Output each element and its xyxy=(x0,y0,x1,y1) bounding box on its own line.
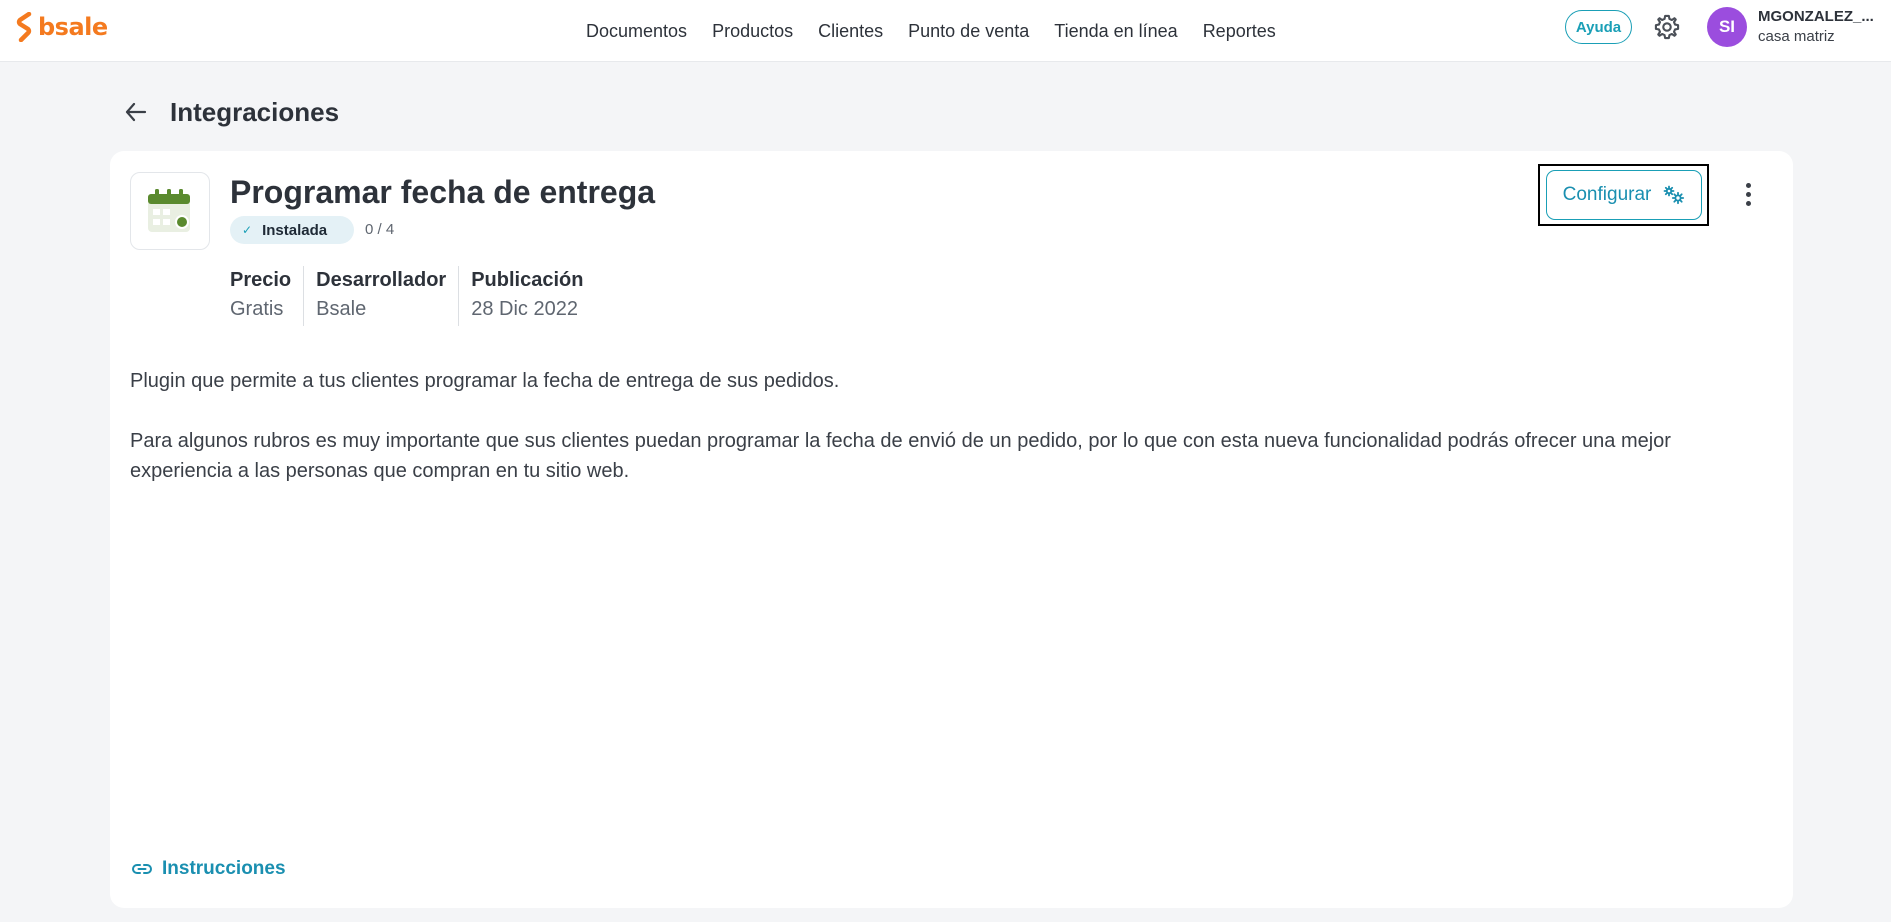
top-navbar: bsale Documentos Productos Clientes Punt… xyxy=(0,0,1891,62)
nav-item-productos[interactable]: Productos xyxy=(712,21,793,42)
install-count: 0 / 4 xyxy=(365,221,395,238)
meta-developer: Desarrollador Bsale xyxy=(303,266,458,326)
nav-item-documentos[interactable]: Documentos xyxy=(586,21,687,42)
instructions-link[interactable]: Instrucciones xyxy=(132,858,286,880)
meta-value: Gratis xyxy=(230,298,284,320)
configure-button[interactable]: Configurar xyxy=(1546,170,1702,220)
app-description: Plugin que permite a tus clientes progra… xyxy=(130,366,1760,516)
status-badge: ✓ Instalada xyxy=(230,216,354,244)
gears-icon xyxy=(1663,185,1685,205)
meta-label: Precio xyxy=(230,269,292,291)
nav-item-clientes[interactable]: Clientes xyxy=(818,21,883,42)
bsale-logo[interactable]: bsale xyxy=(16,12,108,42)
instructions-label: Instrucciones xyxy=(162,858,286,879)
check-icon: ✓ xyxy=(242,223,253,237)
app-icon xyxy=(130,172,210,250)
configure-label: Configurar xyxy=(1562,184,1652,205)
meta-value: Bsale xyxy=(316,298,367,320)
user-name[interactable]: MGONZALEZ_... xyxy=(1758,8,1878,25)
app-meta: Precio Gratis Desarrollador Bsale Public… xyxy=(230,266,595,326)
nav-item-tienda-en-linea[interactable]: Tienda en línea xyxy=(1054,21,1177,42)
logo-text: bsale xyxy=(38,13,108,41)
help-button[interactable]: Ayuda xyxy=(1565,10,1632,44)
nav-item-reportes[interactable]: Reportes xyxy=(1203,21,1276,42)
meta-label: Publicación xyxy=(471,269,584,291)
main-nav: Documentos Productos Clientes Punto de v… xyxy=(586,14,1276,48)
description-paragraph: Plugin que permite a tus clientes progra… xyxy=(130,370,840,392)
app-title: Programar fecha de entrega xyxy=(230,174,656,210)
back-arrow-icon[interactable] xyxy=(122,99,150,125)
user-branch: casa matriz xyxy=(1758,28,1835,45)
page-title: Integraciones xyxy=(170,97,340,127)
integration-card xyxy=(110,151,1793,908)
link-icon xyxy=(132,864,152,874)
bsale-logo-icon xyxy=(16,12,32,42)
meta-publication: Publicación 28 Dic 2022 xyxy=(458,266,595,326)
gear-icon[interactable] xyxy=(1652,12,1682,42)
meta-price: Precio Gratis xyxy=(230,266,303,326)
meta-value: 28 Dic 2022 xyxy=(471,298,578,320)
avatar[interactable]: SI xyxy=(1707,7,1747,47)
more-vertical-icon[interactable] xyxy=(1736,176,1760,212)
description-paragraph: Para algunos rubros es muy importante qu… xyxy=(130,430,1671,482)
meta-label: Desarrollador xyxy=(316,269,447,291)
status-label: Instalada xyxy=(262,221,328,239)
calendar-icon xyxy=(148,189,190,232)
nav-item-punto-de-venta[interactable]: Punto de venta xyxy=(908,21,1029,42)
